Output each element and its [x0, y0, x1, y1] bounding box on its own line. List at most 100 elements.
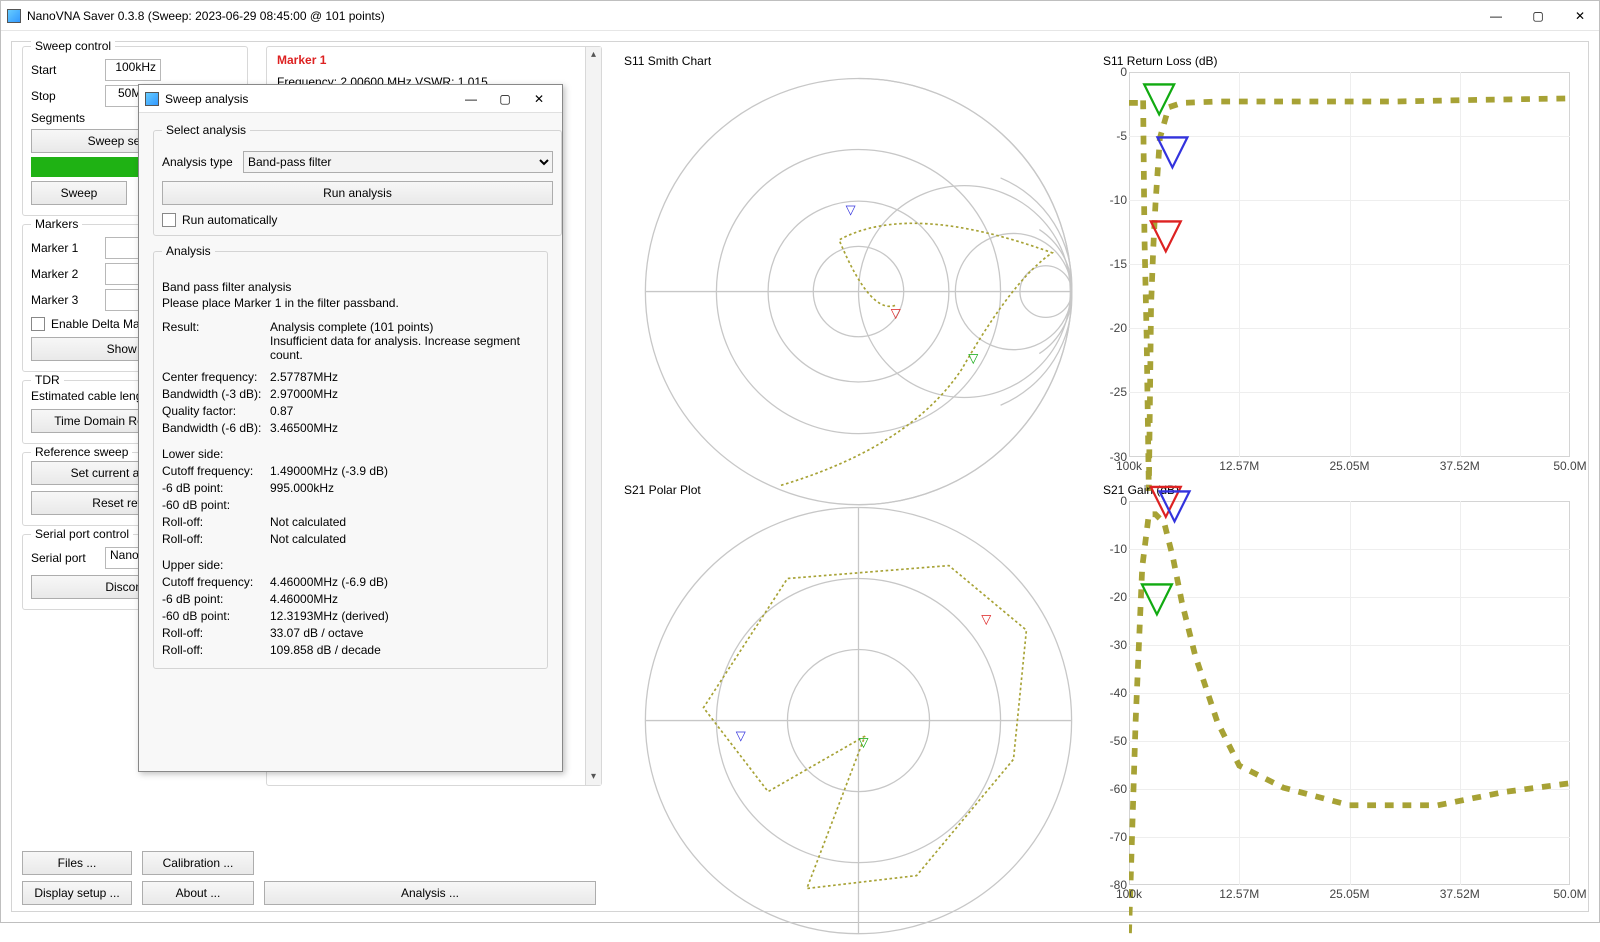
s21-polar-chart: S21 Polar Plot ▽ ▽ ▽: [622, 483, 1095, 906]
bw6-value: 3.46500MHz: [270, 421, 539, 435]
close-button[interactable]: ✕: [1567, 9, 1593, 23]
marker1-label: Marker 1: [31, 241, 99, 255]
bottom-button-row: Files ... Display setup ... Calibration …: [22, 851, 596, 905]
serial-port-label: Serial port: [31, 551, 99, 565]
marker3-label: Marker 3: [31, 293, 99, 307]
sweep-analysis-dialog: Sweep analysis — ▢ ✕ Select analysis Ana…: [138, 84, 563, 772]
lower-6db-value: 995.000kHz: [270, 481, 539, 495]
s11-return-loss-chart: S11 Return Loss (dB) 0-5-10 -15-20-25 -3…: [1101, 54, 1574, 477]
marker3-icon: ▽: [736, 727, 746, 742]
s21-gain-chart: S21 Gain (dB) 0-10-20 -30-40-50 -60-70-8…: [1101, 483, 1574, 906]
q-value: 0.87: [270, 404, 539, 418]
about-button[interactable]: About ...: [142, 881, 254, 905]
marker-info-header: Marker 1: [277, 53, 575, 67]
chart-title: S21 Polar Plot: [624, 483, 1095, 497]
lower-side-header: Lower side:: [162, 447, 539, 461]
dialog-title: Sweep analysis: [165, 92, 454, 106]
group-legend: Serial port control: [31, 527, 133, 541]
marker-info-scrollbar[interactable]: ▴ ▾: [585, 47, 601, 785]
marker1-icon: ▽: [981, 611, 991, 626]
run-automatically-label: Run automatically: [182, 213, 277, 227]
dialog-minimize-button[interactable]: —: [454, 92, 488, 106]
scroll-up-icon[interactable]: ▴: [586, 47, 601, 63]
upper-60db-value: 12.3193MHz (derived): [270, 609, 539, 623]
stop-label: Stop: [31, 89, 99, 103]
calibration-button[interactable]: Calibration ...: [142, 851, 254, 875]
plot-area: ▽ ▽ ▽: [1129, 501, 1570, 886]
marker2-icon: ▽: [1140, 572, 1174, 621]
run-analysis-button[interactable]: Run analysis: [162, 181, 553, 205]
lower-60db-value: [270, 498, 539, 512]
analysis-results-group: Analysis Band pass filter analysis Pleas…: [153, 244, 548, 669]
marker2-icon: ▽: [1142, 73, 1176, 122]
upper-60db-label: -60 dB point:: [162, 609, 262, 623]
dialog-maximize-button[interactable]: ▢: [488, 92, 522, 106]
dialog-app-icon: [145, 92, 159, 106]
upper-rolloff1-value: 33.07 dB / octave: [270, 626, 539, 640]
start-input[interactable]: 100kHz: [105, 59, 161, 81]
upper-rolloff1-label: Roll-off:: [162, 626, 262, 640]
group-legend: Sweep control: [31, 39, 115, 53]
bw3-value: 2.97000MHz: [270, 387, 539, 401]
plot-area: ▽ ▽ ▽: [1129, 72, 1570, 457]
display-setup-button[interactable]: Display setup ...: [22, 881, 132, 905]
chart-title: S11 Return Loss (dB): [1103, 54, 1574, 68]
result-value: Analysis complete (101 points) Insuffici…: [270, 320, 539, 362]
window-title: NanoVNA Saver 0.3.8 (Sweep: 2023-06-29 0…: [27, 9, 1483, 23]
group-legend: Select analysis: [162, 123, 250, 137]
marker1-icon: ▽: [891, 305, 901, 320]
minimize-button[interactable]: —: [1483, 9, 1509, 23]
app-icon: [7, 9, 21, 23]
bw3-label: Bandwidth (-3 dB):: [162, 387, 262, 401]
bw6-label: Bandwidth (-6 dB):: [162, 421, 262, 435]
lower-6db-label: -6 dB point:: [162, 481, 262, 495]
analysis-type-select[interactable]: Band-pass filter: [243, 151, 553, 173]
lower-60db-label: -60 dB point:: [162, 498, 262, 512]
lower-cutoff-value: 1.49000MHz (-3.9 dB): [270, 464, 539, 478]
scroll-down-icon[interactable]: ▾: [586, 769, 601, 785]
s11-smith-chart: S11 Smith Chart: [622, 54, 1095, 477]
y-axis: 0-5-10 -15-20-25 -30: [1101, 72, 1129, 457]
dialog-titlebar: Sweep analysis — ▢ ✕: [139, 85, 562, 113]
lower-rolloff1-label: Roll-off:: [162, 515, 262, 529]
marker2-label: Marker 2: [31, 267, 99, 281]
marker2-icon: ▽: [858, 734, 868, 749]
analysis-header: Band pass filter analysis: [162, 280, 539, 294]
lower-rolloff2-label: Roll-off:: [162, 532, 262, 546]
files-button[interactable]: Files ...: [22, 851, 132, 875]
result-label: Result:: [162, 320, 262, 362]
group-legend: TDR: [31, 373, 64, 387]
analysis-hint: Please place Marker 1 in the filter pass…: [162, 296, 539, 310]
upper-rolloff2-value: 109.858 dB / decade: [270, 643, 539, 657]
upper-cutoff-label: Cutoff frequency:: [162, 575, 262, 589]
select-analysis-group: Select analysis Analysis type Band-pass …: [153, 123, 562, 236]
run-automatically-checkbox[interactable]: [162, 213, 176, 227]
q-label: Quality factor:: [162, 404, 262, 418]
upper-6db-value: 4.46000MHz: [270, 592, 539, 606]
lower-cutoff-label: Cutoff frequency:: [162, 464, 262, 478]
x-axis: 100k 12.57M 25.05M 37.52M 50.0M: [1129, 459, 1570, 475]
maximize-button[interactable]: ▢: [1525, 9, 1551, 23]
delta-marker-checkbox[interactable]: [31, 317, 45, 331]
group-legend: Analysis: [162, 244, 215, 258]
marker1-icon: ▽: [1149, 209, 1183, 258]
center-freq-value: 2.57787MHz: [270, 370, 539, 384]
lower-rolloff1-value: Not calculated: [270, 515, 539, 529]
upper-rolloff2-label: Roll-off:: [162, 643, 262, 657]
upper-cutoff-value: 4.46000MHz (-6.9 dB): [270, 575, 539, 589]
sweep-button[interactable]: Sweep: [31, 181, 127, 205]
segments-label: Segments: [31, 111, 99, 125]
center-freq-label: Center frequency:: [162, 370, 262, 384]
marker3-icon: ▽: [846, 202, 856, 217]
dialog-close-button[interactable]: ✕: [522, 92, 556, 106]
analysis-button[interactable]: Analysis ...: [264, 881, 596, 905]
marker2-icon: ▽: [968, 351, 978, 366]
group-legend: Markers: [31, 217, 82, 231]
upper-6db-label: -6 dB point:: [162, 592, 262, 606]
chart-title: S11 Smith Chart: [624, 54, 1095, 68]
start-label: Start: [31, 63, 99, 77]
group-legend: Reference sweep: [31, 445, 132, 459]
y-axis: 0-10-20 -30-40-50 -60-70-80: [1101, 501, 1129, 886]
marker3-icon: ▽: [1155, 126, 1189, 175]
upper-side-header: Upper side:: [162, 558, 539, 572]
